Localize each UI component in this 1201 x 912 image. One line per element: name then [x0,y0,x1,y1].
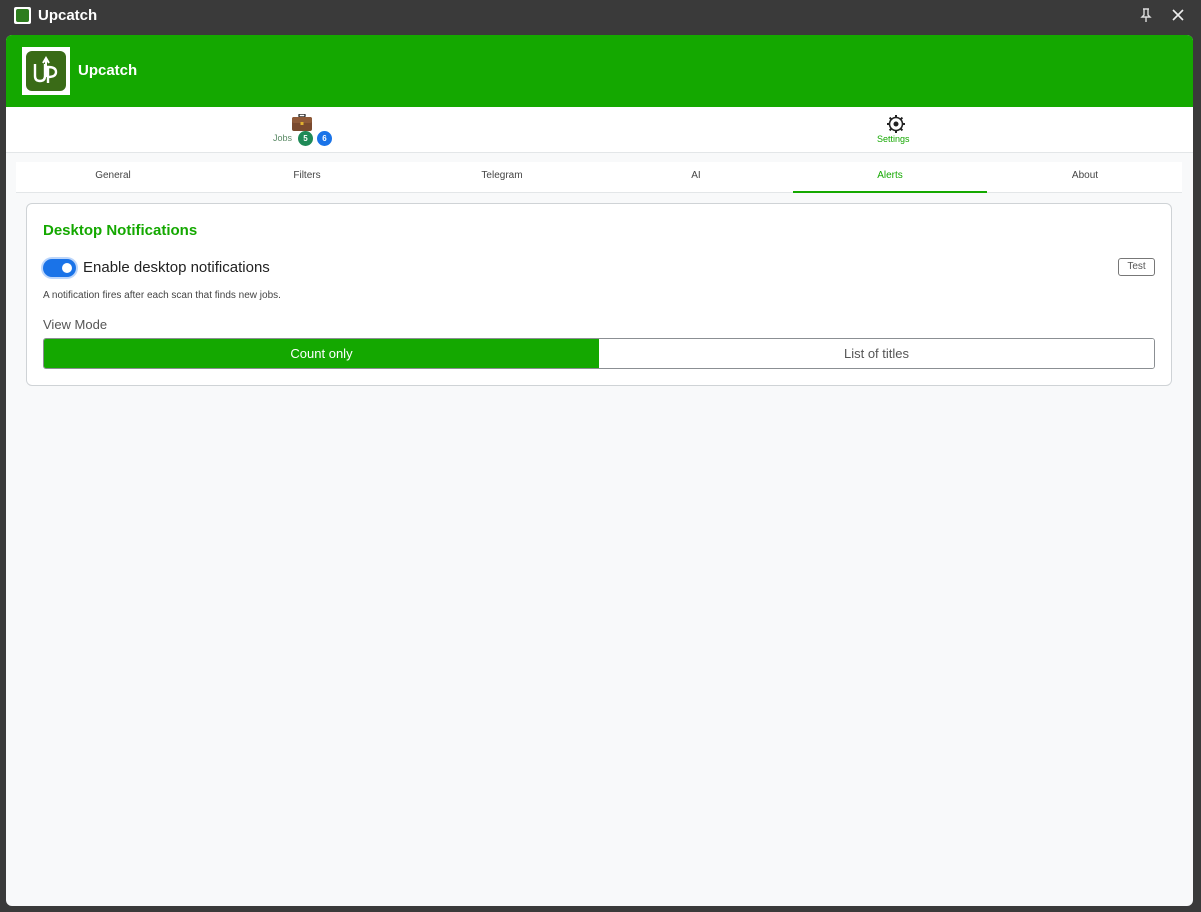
test-button[interactable]: Test [1118,258,1155,276]
nav-label-settings: Settings [877,134,910,144]
jobs-badge-count: 6 [317,131,332,146]
settings-subtabs: General Filters Telegram AI Alerts About [16,162,1182,193]
tab-filters[interactable]: Filters [210,162,404,193]
gear-icon [887,115,905,133]
jobs-badge-new: 5 [298,131,313,146]
tab-about[interactable]: About [988,162,1182,193]
tab-general[interactable]: General [16,162,210,193]
close-icon[interactable] [1168,5,1188,25]
view-mode-count-only[interactable]: Count only [44,339,599,368]
tab-alerts[interactable]: Alerts [793,162,987,193]
notifications-toggle[interactable] [43,259,76,277]
tab-ai[interactable]: AI [599,162,793,193]
brand-name: Upcatch [78,62,138,79]
section-title: Desktop Notifications [43,222,198,239]
view-mode-selector: Count only List of titles [43,338,1155,369]
tab-telegram[interactable]: Telegram [405,162,599,193]
nav-label-jobs: Jobs [273,133,293,143]
app-icon [14,7,31,24]
view-mode-list-of-titles[interactable]: List of titles [599,339,1154,368]
view-mode-label: View Mode [43,317,108,332]
help-text: A notification fires after each scan tha… [43,290,281,301]
notifications-toggle-label: Enable desktop notifications [83,259,270,276]
nav-item-jobs[interactable]: Jobs 5 6 [268,107,338,153]
main-nav: Jobs 5 6 Settings [6,107,1193,153]
window-title: Upcatch [38,7,98,24]
app-header: Upcatch [6,35,1193,107]
nav-item-settings[interactable]: Settings [866,107,926,153]
window-titlebar: Upcatch [0,0,1201,32]
pin-icon[interactable] [1137,6,1155,24]
app-window: Upcatch Jobs 5 6 Settings General Filter… [6,35,1193,906]
desktop-notifications-card: Desktop Notifications Enable desktop not… [26,203,1172,386]
upcatch-logo [22,47,70,95]
briefcase-icon [292,114,312,131]
